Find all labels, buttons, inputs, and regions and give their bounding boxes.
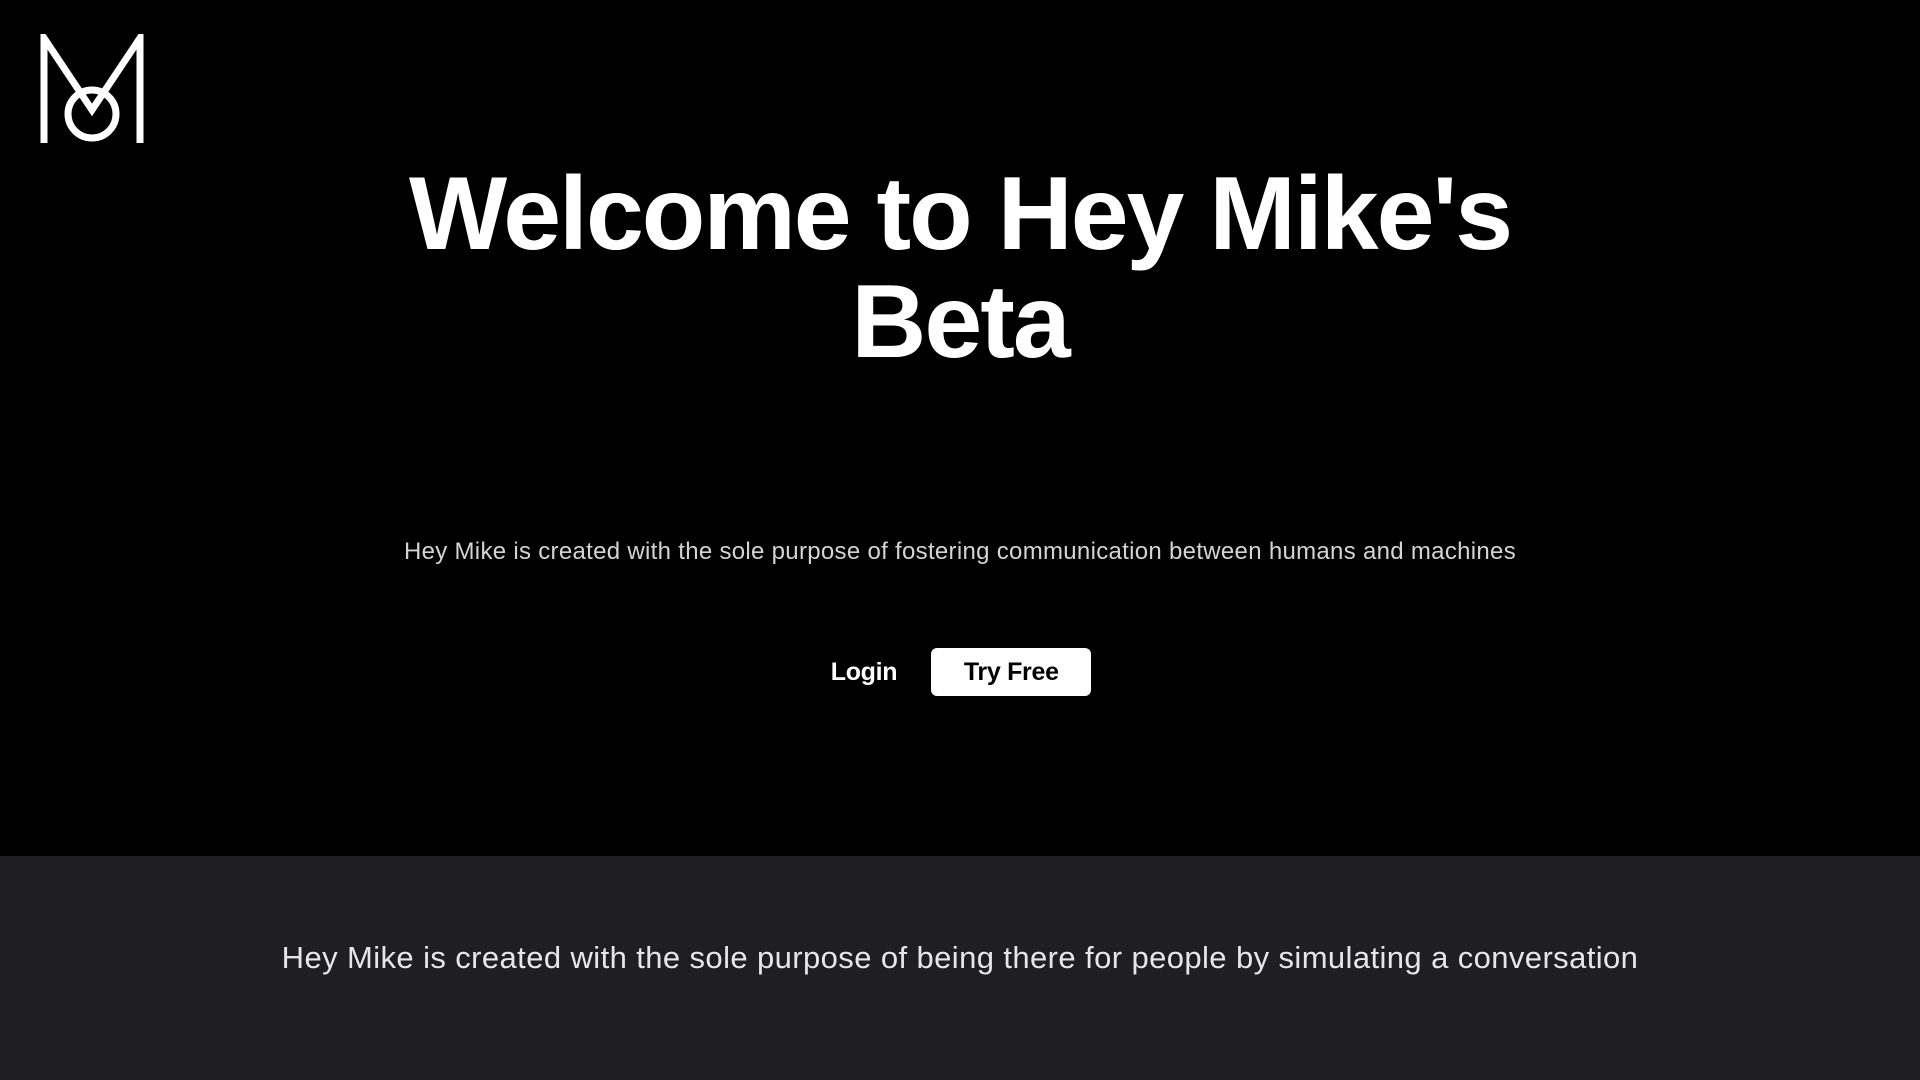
hero-subtitle: Hey Mike is created with the sole purpos…	[403, 538, 1517, 565]
page-title-line-1: Welcome to Hey Mike's	[408, 156, 1513, 272]
info-text: Hey Mike is created with the sole purpos…	[281, 940, 1639, 975]
cta-row: Login Try Free	[0, 648, 1920, 696]
info-section: Hey Mike is created with the sole purpos…	[0, 856, 1920, 1080]
m-monogram-logo[interactable]	[40, 34, 144, 144]
page-title-line-2: Beta	[851, 264, 1070, 380]
landing-page: Welcome to Hey Mike's Beta Hey Mike is c…	[0, 0, 1920, 1080]
page-title: Welcome to Hey Mike's Beta	[0, 160, 1920, 376]
try-free-button[interactable]: Try Free	[931, 648, 1092, 696]
login-link[interactable]: Login	[829, 658, 900, 687]
hero-section: Welcome to Hey Mike's Beta Hey Mike is c…	[0, 0, 1920, 856]
